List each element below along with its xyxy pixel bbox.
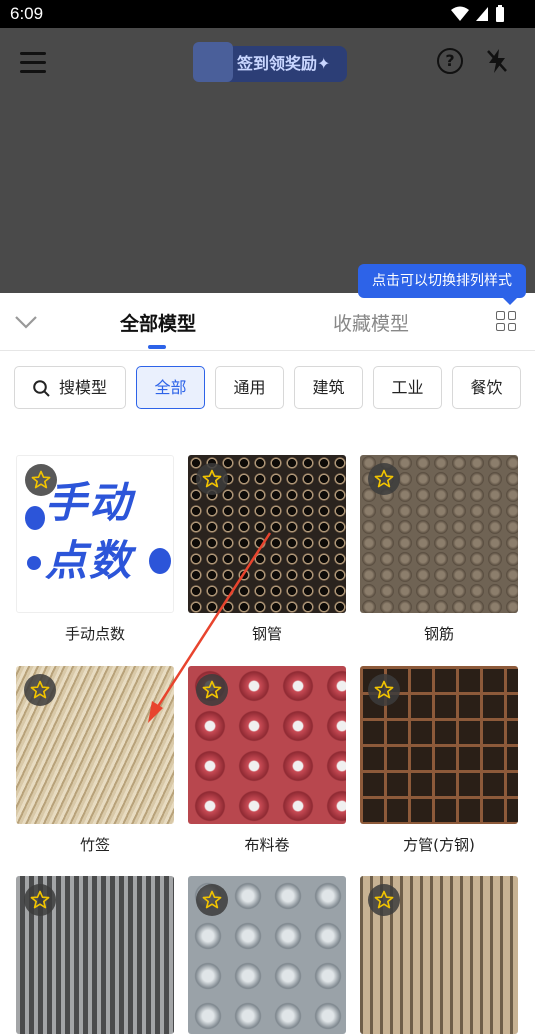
model-picker-sheet: 全部模型 收藏模型 搜模型 全部 通用 建筑 工业 餐饮 手动点数 手动点数 钢… [0, 293, 535, 1034]
camera-preview-overlay[interactable]: 签到领奖励✦ ? [0, 28, 535, 293]
status-time: 6:09 [10, 4, 44, 23]
gift-icon [193, 42, 233, 82]
battery-icon [496, 5, 504, 22]
checkin-reward-button[interactable]: 签到领奖励✦ [193, 42, 347, 82]
menu-icon[interactable] [20, 52, 46, 74]
layout-switch-tooltip[interactable]: 点击可以切换排列样式 [358, 264, 526, 305]
annotation-arrow [148, 532, 272, 723]
status-bar: 6:09 [0, 0, 535, 28]
flash-off-icon[interactable] [486, 48, 508, 74]
cellular-signal-icon [476, 7, 488, 21]
reward-label: 签到领奖励✦ [237, 54, 331, 73]
wifi-icon [451, 6, 469, 21]
help-icon[interactable]: ? [437, 48, 463, 74]
status-icons [451, 5, 505, 23]
